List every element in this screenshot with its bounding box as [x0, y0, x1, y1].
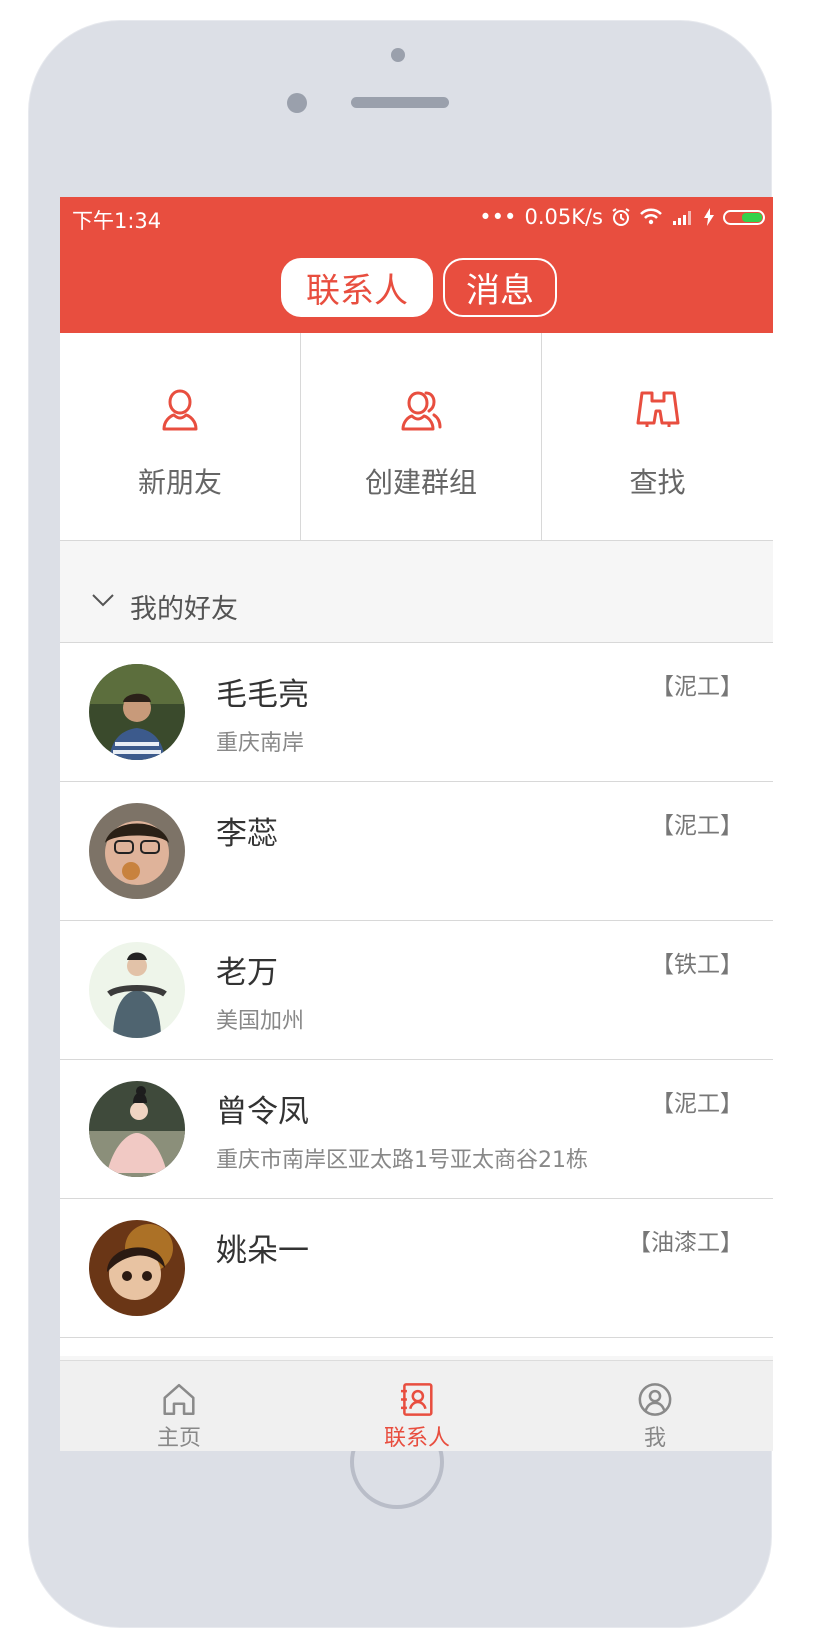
contact-name: 老万: [216, 955, 278, 991]
charging-icon: [704, 208, 714, 226]
tab-contacts-label: 联系人: [383, 1426, 450, 1451]
contact-location: 重庆南岸: [216, 731, 305, 756]
search-button[interactable]: 查找: [542, 333, 773, 540]
quick-actions: 新朋友 创建群组 查找: [60, 333, 773, 541]
avatar: [89, 942, 185, 1038]
tab-messages[interactable]: 消息: [443, 258, 557, 317]
avatar: [89, 664, 185, 760]
front-camera-dot: [391, 48, 405, 62]
binoculars-icon: [636, 391, 679, 427]
avatar: [89, 803, 185, 899]
earpiece-speaker: [351, 97, 449, 108]
tab-me-label: 我: [643, 1426, 666, 1451]
contacts-book-icon: [401, 1383, 433, 1416]
create-group-label: 创建群组: [364, 466, 477, 499]
contact-trade-badge: 【泥工】: [651, 674, 743, 700]
search-label: 查找: [629, 466, 686, 499]
tab-home-label: 主页: [156, 1426, 201, 1451]
list-item[interactable]: [60, 1338, 773, 1356]
list-item[interactable]: 姚朵一 【油漆工】: [60, 1199, 773, 1338]
contact-name: 李蕊: [216, 816, 278, 852]
signal-icon: [673, 211, 691, 225]
contact-name: 姚朵一: [216, 1233, 309, 1269]
avatar: [89, 1081, 185, 1177]
new-friends-label: 新朋友: [137, 466, 222, 499]
group-icon: [401, 391, 442, 431]
network-speed: 0.05K/s: [524, 205, 603, 229]
list-item[interactable]: 老万 美国加州 【铁工】: [60, 921, 773, 1060]
avatar: [89, 1220, 185, 1316]
more-dots-icon: •••: [479, 205, 517, 229]
group-title: 我的好友: [130, 594, 238, 625]
status-bar: 下午1:34 ••• 0.05K/s: [60, 197, 773, 237]
alarm-icon: [612, 208, 630, 226]
tab-contacts-bottom[interactable]: 联系人: [298, 1361, 536, 1451]
tab-home[interactable]: 主页: [60, 1361, 298, 1451]
contact-trade-badge: 【油漆工】: [628, 1230, 743, 1256]
bottom-tab-bar: 主页 联系人 我: [60, 1360, 773, 1451]
status-time: 下午1:34: [72, 209, 162, 233]
status-icons: ••• 0.05K/s: [479, 205, 765, 229]
app-screen: 下午1:34 ••• 0.05K/s 联系人 消息 新朋友 创建群组 查找 我的…: [60, 197, 773, 1451]
contact-list: 毛毛亮 重庆南岸 【泥工】 李蕊 【泥工】 老万 美国加州 【铁工】 曾令凤 重…: [60, 643, 773, 1356]
top-header: 联系人 消息: [60, 237, 773, 333]
new-friends-button[interactable]: 新朋友: [60, 333, 301, 540]
list-item[interactable]: 毛毛亮 重庆南岸 【泥工】: [60, 643, 773, 782]
contact-location: 重庆市南岸区亚太路1号亚太商谷21栋: [216, 1148, 588, 1173]
battery-icon: [723, 209, 765, 225]
tab-contacts[interactable]: 联系人: [281, 258, 433, 317]
tab-me[interactable]: 我: [536, 1361, 773, 1451]
list-item[interactable]: 李蕊 【泥工】: [60, 782, 773, 921]
chevron-down-icon: [92, 594, 114, 607]
contact-trade-badge: 【泥工】: [651, 813, 743, 839]
list-item[interactable]: 曾令凤 重庆市南岸区亚太路1号亚太商谷21栋 【泥工】: [60, 1060, 773, 1199]
front-sensor-dot: [287, 93, 307, 113]
contact-name: 毛毛亮: [216, 677, 309, 713]
contact-location: 美国加州: [216, 1009, 305, 1034]
contact-trade-badge: 【泥工】: [651, 1091, 743, 1117]
contact-trade-badge: 【铁工】: [651, 952, 743, 978]
wifi-icon: [640, 208, 662, 225]
contact-name: 曾令凤: [216, 1094, 309, 1130]
create-group-button[interactable]: 创建群组: [301, 333, 542, 540]
profile-icon: [638, 1383, 672, 1416]
person-icon: [162, 389, 198, 431]
group-header-my-friends[interactable]: 我的好友: [60, 541, 773, 643]
home-icon: [163, 1383, 195, 1416]
